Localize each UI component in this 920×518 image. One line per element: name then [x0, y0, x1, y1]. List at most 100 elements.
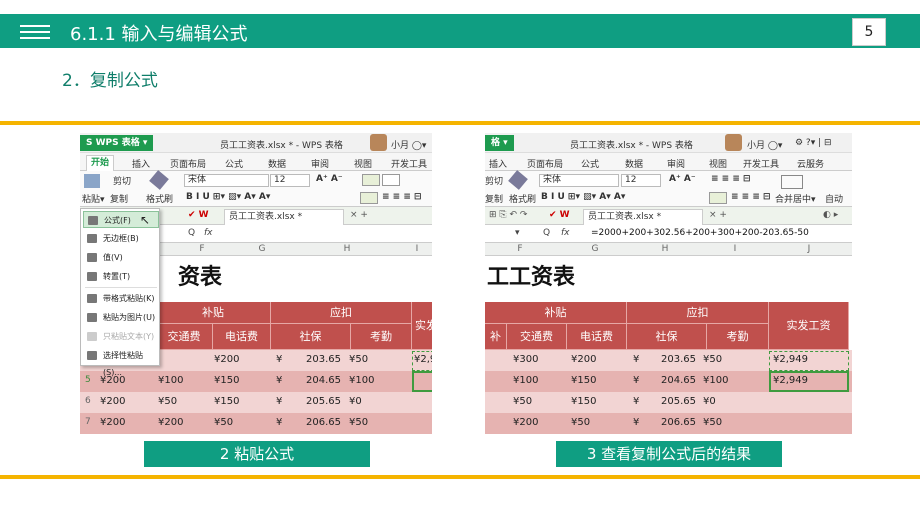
merge-center-button[interactable]: 合并居中▾ — [775, 192, 816, 205]
cell-transport[interactable]: ¥300 — [513, 354, 538, 365]
tab-nav-icons[interactable]: ◐ ▸ — [823, 210, 838, 220]
cell-transport[interactable]: ¥100 — [158, 375, 183, 386]
col-header-i[interactable]: I — [402, 244, 432, 254]
font-size-select[interactable]: 12 — [621, 174, 661, 187]
cell-attendance[interactable]: ¥50 — [703, 417, 722, 428]
cell-social[interactable]: 205.65 — [306, 396, 341, 407]
align-left-icon[interactable] — [709, 192, 727, 204]
hamburger-menu-icon[interactable] — [20, 25, 50, 39]
close-tab-icon[interactable]: × + — [350, 210, 368, 220]
menu-item-paste-special[interactable]: 选择性粘贴(S)... — [83, 347, 159, 377]
cell-social[interactable]: 203.65 — [661, 354, 696, 365]
cell-currency[interactable]: ¥ — [276, 375, 282, 386]
row-number[interactable]: 6 — [85, 396, 91, 406]
cell-currency[interactable]: ¥ — [276, 417, 282, 428]
align-top-icon[interactable] — [362, 174, 380, 186]
formula-input[interactable]: =2000+200+302.56+200+300+200-203.65-50 — [591, 228, 809, 238]
row-number[interactable]: 5 — [85, 375, 91, 385]
merge-icon[interactable] — [781, 175, 803, 189]
col-header-i[interactable]: I — [705, 244, 765, 254]
spreadsheet-grid[interactable]: 工工资表 补贴 应扣 实发工资 补 交通费 电话费 社保 考勤 ¥300 ¥20… — [485, 256, 852, 439]
tab-home[interactable]: 开始 — [86, 155, 115, 171]
copy-button[interactable]: 复制 — [110, 192, 128, 205]
bold-italic-underline-icons[interactable]: B I U ⊞▾ ▨▾ A▾ A▾ — [541, 192, 625, 202]
table-row[interactable]: 5 ¥200 ¥100 ¥150 ¥ 204.65 ¥100 — [80, 371, 432, 392]
cell-transport[interactable]: ¥50 — [158, 396, 177, 407]
cell-currency[interactable]: ¥ — [633, 354, 639, 365]
menu-item-no-border[interactable]: 无边框(B) — [83, 230, 159, 247]
selected-cell[interactable] — [412, 371, 432, 392]
cell-currency[interactable]: ¥ — [633, 375, 639, 386]
table-row[interactable]: ¥200 ¥50 ¥ 206.65 ¥50 — [485, 413, 852, 434]
auto-wrap-button[interactable]: 自动 — [825, 192, 843, 205]
tab-insert[interactable]: 插入 — [489, 157, 507, 170]
cell-transport[interactable]: ¥200 — [513, 417, 538, 428]
paste-button[interactable]: 粘贴▾ — [82, 192, 105, 205]
cell-social[interactable]: 206.65 — [661, 417, 696, 428]
tab-data[interactable]: 数据 — [268, 157, 286, 170]
cell-attendance[interactable]: ¥50 — [703, 354, 722, 365]
window-controls-icon[interactable]: ⚙ ?▾ | ⊟ — [795, 138, 832, 148]
fx-icon[interactable]: fx — [561, 228, 570, 238]
cell-phone[interactable]: ¥50 — [571, 417, 590, 428]
cell-social[interactable]: 203.65 — [306, 354, 341, 365]
bold-italic-underline-icons[interactable]: B I U ⊞▾ ▨▾ A▾ A▾ — [186, 192, 270, 202]
cell-attendance[interactable]: ¥0 — [703, 396, 716, 407]
selected-cell[interactable] — [769, 371, 849, 392]
align-middle-icon[interactable] — [382, 174, 400, 186]
cell-phone[interactable]: ¥150 — [214, 375, 239, 386]
cell-currency[interactable]: ¥ — [276, 396, 282, 407]
align-top-icons[interactable]: ≡ ≡ ≡ ⊟ — [711, 174, 751, 184]
tab-insert[interactable]: 插入 — [132, 157, 150, 170]
tab-formula[interactable]: 公式 — [581, 157, 599, 170]
tab-view[interactable]: 视图 — [354, 157, 372, 170]
cell-phone[interactable]: ¥150 — [571, 396, 596, 407]
row-number[interactable]: 7 — [85, 417, 91, 427]
cell-currency[interactable]: ¥ — [276, 354, 282, 365]
cell-transport[interactable]: ¥200 — [158, 417, 183, 428]
tab-data[interactable]: 数据 — [625, 157, 643, 170]
tab-review[interactable]: 审阅 — [667, 157, 685, 170]
menu-item-transpose[interactable]: 转置(T) — [83, 268, 159, 285]
font-name-select[interactable]: 宋体 — [539, 174, 619, 187]
format-painter-icon[interactable] — [149, 170, 169, 190]
align-center-icons[interactable]: ≡ ≡ ≡ ⊟ — [731, 192, 771, 202]
menu-item-values[interactable]: 值(V) — [83, 249, 159, 266]
tab-formula[interactable]: 公式 — [225, 157, 243, 170]
cell-currency[interactable]: ¥ — [633, 417, 639, 428]
tab-developer[interactable]: 开发工具 — [391, 157, 427, 170]
copy-button[interactable]: 复制 — [485, 192, 503, 205]
cell-social[interactable]: 204.65 — [661, 375, 696, 386]
cell-attendance[interactable]: ¥100 — [703, 375, 728, 386]
cell-phone[interactable]: ¥150 — [571, 375, 596, 386]
align-left-icon[interactable] — [360, 192, 378, 204]
cut-button[interactable]: 剪切 — [113, 174, 131, 187]
tab-developer[interactable]: 开发工具 — [743, 157, 779, 170]
paste-icon[interactable] — [84, 174, 100, 188]
cut-button[interactable]: 剪切 — [485, 174, 503, 187]
cell-bonus[interactable]: ¥200 — [100, 396, 125, 407]
namebox-dropdown-icon[interactable]: ▾ — [515, 228, 520, 238]
cell-attendance[interactable]: ¥50 — [349, 354, 368, 365]
format-painter-button[interactable]: 格式刷 — [509, 192, 536, 205]
wps-app-button[interactable]: S WPS 表格 ▾ — [80, 135, 154, 151]
tab-view[interactable]: 视图 — [709, 157, 727, 170]
col-header-j[interactable]: J — [769, 244, 849, 254]
cell-attendance[interactable]: ¥100 — [349, 375, 374, 386]
format-painter-icon[interactable] — [508, 170, 528, 190]
tab-employee-salary[interactable]: 员工工资表.xlsx * — [583, 209, 703, 225]
user-name[interactable]: 小月 ◯▾ — [747, 138, 782, 151]
font-name-select[interactable]: 宋体 — [184, 174, 269, 187]
font-size-select[interactable]: 12 — [270, 174, 310, 187]
user-avatar[interactable] — [725, 134, 742, 151]
zoom-icon[interactable]: Q — [188, 228, 195, 238]
cell-transport[interactable]: ¥50 — [513, 396, 532, 407]
col-header-h[interactable]: H — [292, 244, 402, 254]
tab-review[interactable]: 审阅 — [311, 157, 329, 170]
wps-app-button[interactable]: 格 ▾ — [485, 135, 514, 151]
col-header-g[interactable]: G — [232, 244, 292, 254]
font-grow-icon[interactable]: A⁺ A⁻ — [316, 174, 343, 184]
col-header-g[interactable]: G — [565, 244, 625, 254]
table-row[interactable]: 6 ¥200 ¥50 ¥150 ¥ 205.65 ¥0 — [80, 392, 432, 413]
cell-phone[interactable]: ¥200 — [214, 354, 239, 365]
